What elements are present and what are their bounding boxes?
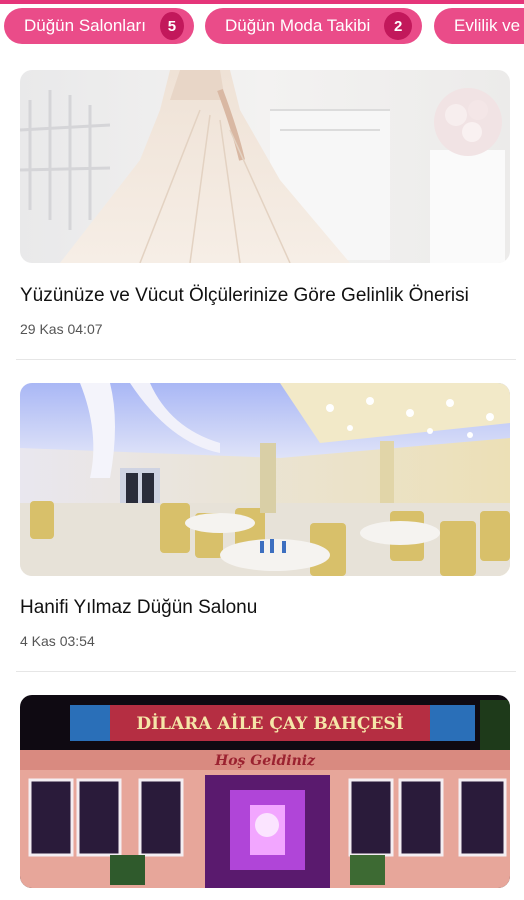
- tea-garden-image[interactable]: DİLARA AİLE ÇAY BAHÇESİ Hoş Geldiniz: [20, 695, 510, 888]
- article-date: 29 Kas 04:07: [20, 321, 103, 337]
- welcome-text: Hoş Geldiniz: [214, 753, 316, 769]
- chip-count-badge: 5: [159, 12, 184, 40]
- sign-text: DİLARA AİLE ÇAY BAHÇESİ: [136, 713, 403, 734]
- chip-count-badge: 2: [384, 12, 412, 40]
- chip-dugun-moda-takibi[interactable]: Düğün Moda Takibi 2: [205, 8, 422, 44]
- wedding-hall-image[interactable]: [20, 383, 510, 576]
- chip-label: Evlilik ve: [454, 16, 521, 35]
- wedding-dress-image[interactable]: [20, 70, 510, 263]
- chip-label: Düğün Moda Takibi: [225, 16, 371, 35]
- category-chip-bar[interactable]: Düğün Salonları 5 Düğün Moda Takibi 2 Ev…: [0, 0, 524, 56]
- chip-evlilik[interactable]: Evlilik ve: [434, 8, 524, 44]
- article-title[interactable]: Hanifi Yılmaz Düğün Salonu: [20, 597, 257, 619]
- chip-dugun-salonlari[interactable]: Düğün Salonları 5: [4, 8, 194, 44]
- divider: [16, 359, 516, 360]
- divider: [16, 671, 516, 672]
- article-title[interactable]: Yüzünüze ve Vücut Ölçülerinize Göre Geli…: [20, 285, 469, 307]
- article-date: 4 Kas 03:54: [20, 633, 95, 649]
- chip-label: Düğün Salonları: [24, 16, 146, 35]
